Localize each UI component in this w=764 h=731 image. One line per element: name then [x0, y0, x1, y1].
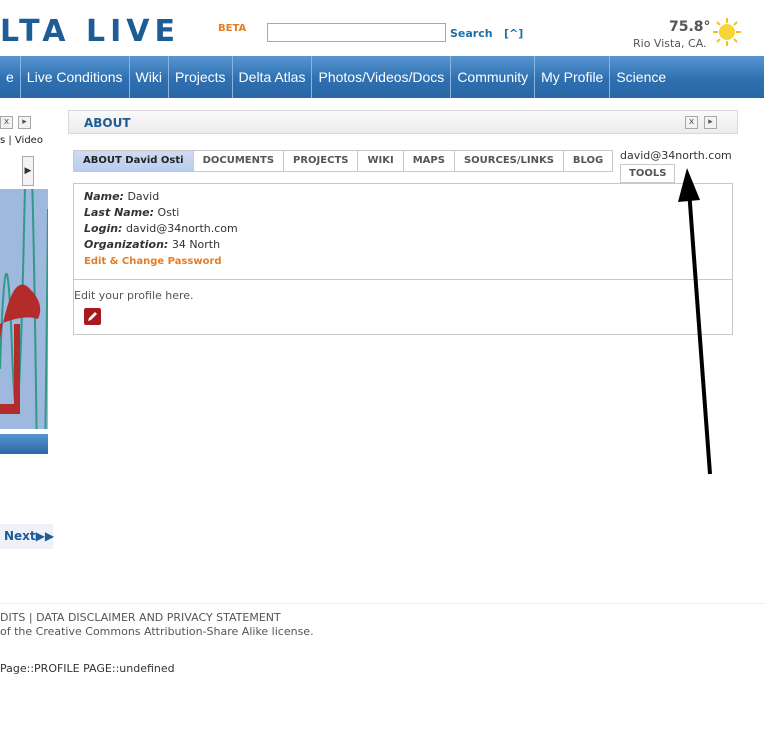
field-label: Last Name:	[84, 206, 155, 219]
site-header: LTA LIVE BETA Search [^] 75.8° Rio Vista…	[0, 0, 764, 56]
name-row: Name: David	[84, 190, 159, 203]
nav-item-live-conditions[interactable]: Live Conditions	[21, 56, 130, 98]
last-name-value: Osti	[157, 206, 180, 219]
footer-license: of the Creative Commons Attribution-Shar…	[0, 625, 314, 638]
nav-item-wiki[interactable]: Wiki	[130, 56, 169, 98]
tab-sources-links[interactable]: SOURCES/LINKS	[454, 150, 564, 172]
field-label: Login:	[84, 222, 123, 235]
tab-wiki[interactable]: WIKI	[358, 150, 404, 172]
search-input[interactable]	[267, 23, 446, 42]
annotation-arrow-icon	[678, 168, 712, 475]
organization-value: 34 North	[171, 238, 221, 251]
field-label: Organization:	[84, 238, 169, 251]
tab-documents[interactable]: DOCUMENTS	[193, 150, 285, 172]
tab-tools[interactable]: TOOLS	[620, 164, 676, 183]
login-row: Login: david@34north.com	[84, 222, 238, 235]
sun-icon	[713, 18, 741, 46]
login-value: david@34north.com	[125, 222, 238, 235]
name-value: David	[127, 190, 160, 203]
beta-badge: BETA	[218, 23, 247, 34]
about-panel-header: ABOUT x ▸	[68, 110, 738, 134]
field-label: Name:	[84, 190, 124, 203]
next-button[interactable]: Next▶▶	[0, 524, 55, 549]
tab-maps[interactable]: MAPS	[403, 150, 455, 172]
nav-item-community[interactable]: Community	[451, 56, 536, 98]
footer-links[interactable]: DITS | DATA DISCLAIMER AND PRIVACY STATE…	[0, 611, 281, 624]
edit-button[interactable]	[84, 308, 101, 325]
expand-toggle[interactable]: [^]	[504, 27, 523, 40]
nav-item-science[interactable]: Science	[610, 56, 672, 98]
nav-item-photos-videos-docs[interactable]: Photos/Videos/Docs	[312, 56, 452, 98]
panel-footer-bar	[0, 434, 48, 454]
search-button[interactable]: Search	[450, 27, 493, 40]
edit-profile-hint: Edit your profile here.	[74, 289, 194, 302]
nav-item-home[interactable]: e	[0, 56, 21, 98]
next-label: Next	[4, 529, 36, 543]
scroll-right-button[interactable]: ▶	[22, 156, 34, 186]
collapse-arrow-icon[interactable]: ▸	[704, 116, 717, 129]
divider	[74, 279, 732, 280]
double-chevron-right-icon: ▶▶	[35, 529, 55, 543]
close-icon[interactable]: x	[685, 116, 698, 129]
profile-tabs: ABOUT David Osti DOCUMENTS PROJECTS WIKI…	[73, 150, 614, 172]
pencil-icon	[88, 312, 97, 321]
nav-item-delta-atlas[interactable]: Delta Atlas	[233, 56, 313, 98]
chart-thumbnail-graphic	[0, 189, 48, 429]
temperature-readout: 75.8°	[669, 19, 711, 35]
site-logo[interactable]: LTA LIVE	[0, 14, 180, 49]
collapse-arrow-icon[interactable]: ▸	[18, 116, 31, 129]
weather-location: Rio Vista, CA.	[633, 37, 707, 50]
tab-about[interactable]: ABOUT David Osti	[73, 150, 194, 172]
main-nav: e Live Conditions Wiki Projects Delta At…	[0, 56, 764, 98]
close-icon[interactable]: x	[0, 116, 13, 129]
tab-blog[interactable]: BLOG	[563, 150, 614, 172]
tab-projects[interactable]: PROJECTS	[284, 150, 359, 172]
page-debug-info: Page::PROFILE PAGE::undefined	[0, 662, 175, 675]
last-name-row: Last Name: Osti	[84, 206, 179, 219]
nav-item-my-profile[interactable]: My Profile	[535, 56, 611, 98]
change-password-link[interactable]: Edit & Change Password	[84, 256, 222, 267]
media-thumbnail[interactable]	[0, 189, 48, 429]
profile-content: Name: David Last Name: Osti Login: david…	[73, 183, 733, 335]
panel-title: ABOUT	[84, 116, 131, 130]
nav-item-projects[interactable]: Projects	[169, 56, 233, 98]
organization-row: Organization: 34 North	[84, 238, 220, 251]
media-tabs[interactable]: s | Video	[0, 135, 43, 146]
